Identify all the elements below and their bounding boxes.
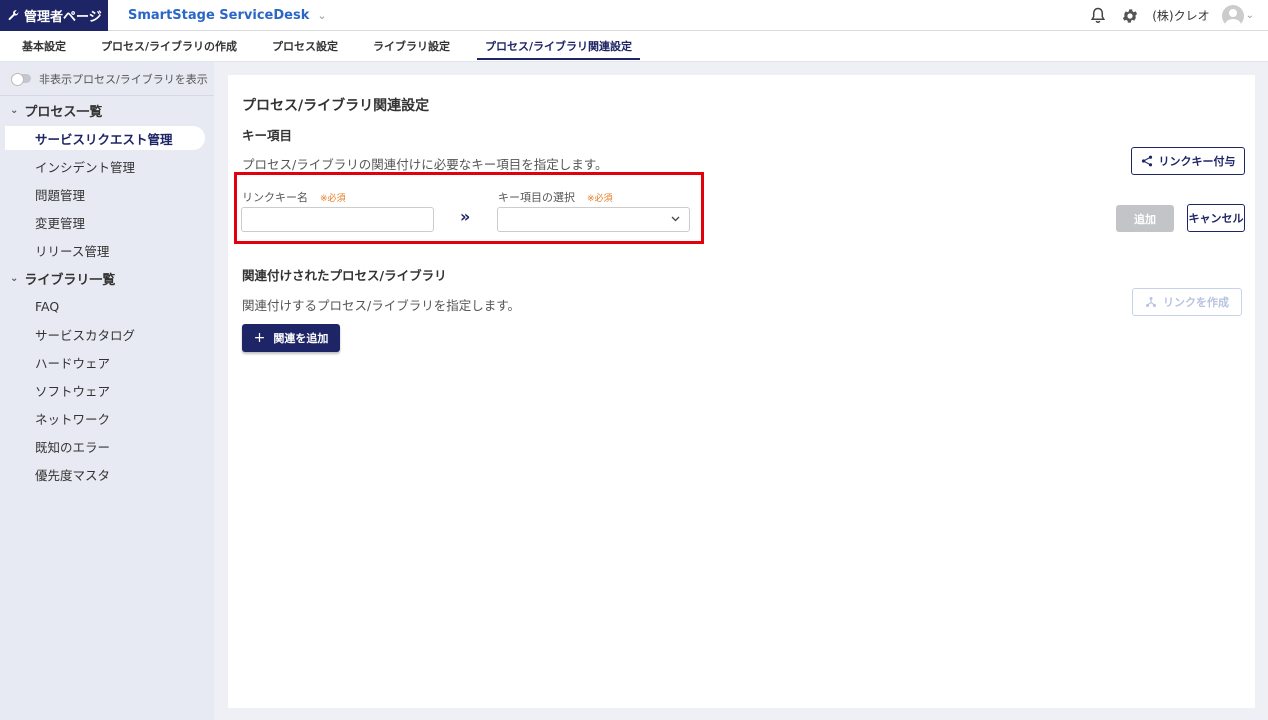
tab-relation-settings[interactable]: プロセス/ライブラリ関連設定 [477,31,641,61]
tab-basic-settings[interactable]: 基本設定 [14,31,74,61]
sidebar-item-hardware[interactable]: ハードウェア [0,348,214,376]
settings-tabs: 基本設定 プロセス/ライブラリの作成 プロセス設定 ライブラリ設定 プロセス/ラ… [0,31,1268,62]
share-icon [1141,155,1152,167]
key-section-heading: キー項目 [242,128,293,143]
main-panel: プロセス/ライブラリ関連設定 キー項目 プロセス/ライブラリの関連付けに必要なキ… [228,75,1255,708]
link-key-button-label: リンクキー付与 [1158,155,1236,168]
plus-icon: + [253,330,266,346]
arrow-right-icon: » [460,207,471,226]
add-relation-button-label: 関連を追加 [273,332,329,345]
create-link-button-label: リンクを作成 [1163,296,1229,309]
add-relation-button[interactable]: + 関連を追加 [242,324,340,352]
library-list-heading: ライブラリ一覧 [24,272,116,288]
user-menu[interactable]: ⌄ [1221,4,1254,27]
show-hidden-toggle-row[interactable]: 非表示プロセス/ライブラリを表示 [0,62,214,96]
tab-library-settings[interactable]: ライブラリ設定 [365,31,458,61]
chevron-down-icon: ⌄ [10,272,19,284]
gear-icon[interactable] [1120,6,1140,26]
sidebar-item-network[interactable]: ネットワーク [0,404,214,432]
admin-page-label: 管理者ページ [24,10,102,25]
admin-page-badge[interactable]: 管理者ページ [0,0,108,31]
related-section-description: 関連付けするプロセス/ライブラリを指定します。 [242,298,520,313]
key-select-label: キー項目の選択 [498,191,575,204]
app-switcher[interactable]: SmartStage ServiceDesk ⌄ [128,0,327,31]
sidebar-item-release[interactable]: リリース管理 [0,236,214,264]
chevron-down-icon: ⌄ [10,104,19,116]
chevron-down-icon: ⌄ [317,9,327,22]
organization-name: (株)クレオ [1152,9,1210,23]
app-name: SmartStage ServiceDesk [128,8,310,23]
process-list-heading: プロセス一覧 [24,104,103,120]
top-bar: 管理者ページ SmartStage ServiceDesk ⌄ (株)クレオ ⌄ [0,0,1268,31]
tab-create-process-library[interactable]: プロセス/ライブラリの作成 [93,31,245,61]
chevron-down-icon [671,214,680,225]
sidebar: 非表示プロセス/ライブラリを表示 ⌄ プロセス一覧 サービスリクエスト管理 イン… [0,62,214,720]
sidebar-item-incident[interactable]: インシデント管理 [0,152,214,180]
related-section-heading: 関連付けされたプロセス/ライブラリ [242,268,447,283]
bell-icon[interactable] [1088,6,1108,26]
create-link-button[interactable]: リンクを作成 [1132,288,1242,316]
link-fork-icon [1146,297,1156,307]
key-item-select[interactable] [497,207,690,232]
page-title: プロセス/ライブラリ関連設定 [242,98,430,114]
sidebar-item-service-request[interactable]: サービスリクエスト管理 [5,126,205,150]
link-key-name-input[interactable] [241,207,434,232]
sidebar-item-priority-master[interactable]: 優先度マスタ [0,460,214,488]
library-list-group[interactable]: ⌄ ライブラリ一覧 [0,264,214,292]
cancel-button[interactable]: キャンセル [1187,204,1245,232]
required-mark: ※必須 [587,194,613,204]
sidebar-item-service-catalog[interactable]: サービスカタログ [0,320,214,348]
link-key-name-label: リンクキー名 [242,191,308,204]
sidebar-item-known-errors[interactable]: 既知のエラー [0,432,214,460]
chevron-down-icon: ⌄ [1245,10,1254,21]
sidebar-item-software[interactable]: ソフトウェア [0,376,214,404]
cancel-button-label: キャンセル [1188,212,1244,225]
tab-process-settings[interactable]: プロセス設定 [264,31,346,61]
link-key-button[interactable]: リンクキー付与 [1131,147,1245,175]
sidebar-item-faq[interactable]: FAQ [0,292,214,320]
sidebar-item-change[interactable]: 変更管理 [0,208,214,236]
show-hidden-toggle[interactable] [11,73,31,86]
avatar [1221,4,1244,27]
sidebar-item-problem[interactable]: 問題管理 [0,180,214,208]
key-select-label-row: キー項目の選択 ※必須 [498,189,613,205]
wrench-icon [8,10,19,21]
process-list-group[interactable]: ⌄ プロセス一覧 [0,96,214,124]
add-button[interactable]: 追加 [1116,205,1174,232]
link-key-name-label-row: リンクキー名 ※必須 [242,189,346,205]
required-mark: ※必須 [320,194,346,204]
show-hidden-label: 非表示プロセス/ライブラリを表示 [39,72,208,86]
key-section-description: プロセス/ライブラリの関連付けに必要なキー項目を指定します。 [242,157,608,172]
